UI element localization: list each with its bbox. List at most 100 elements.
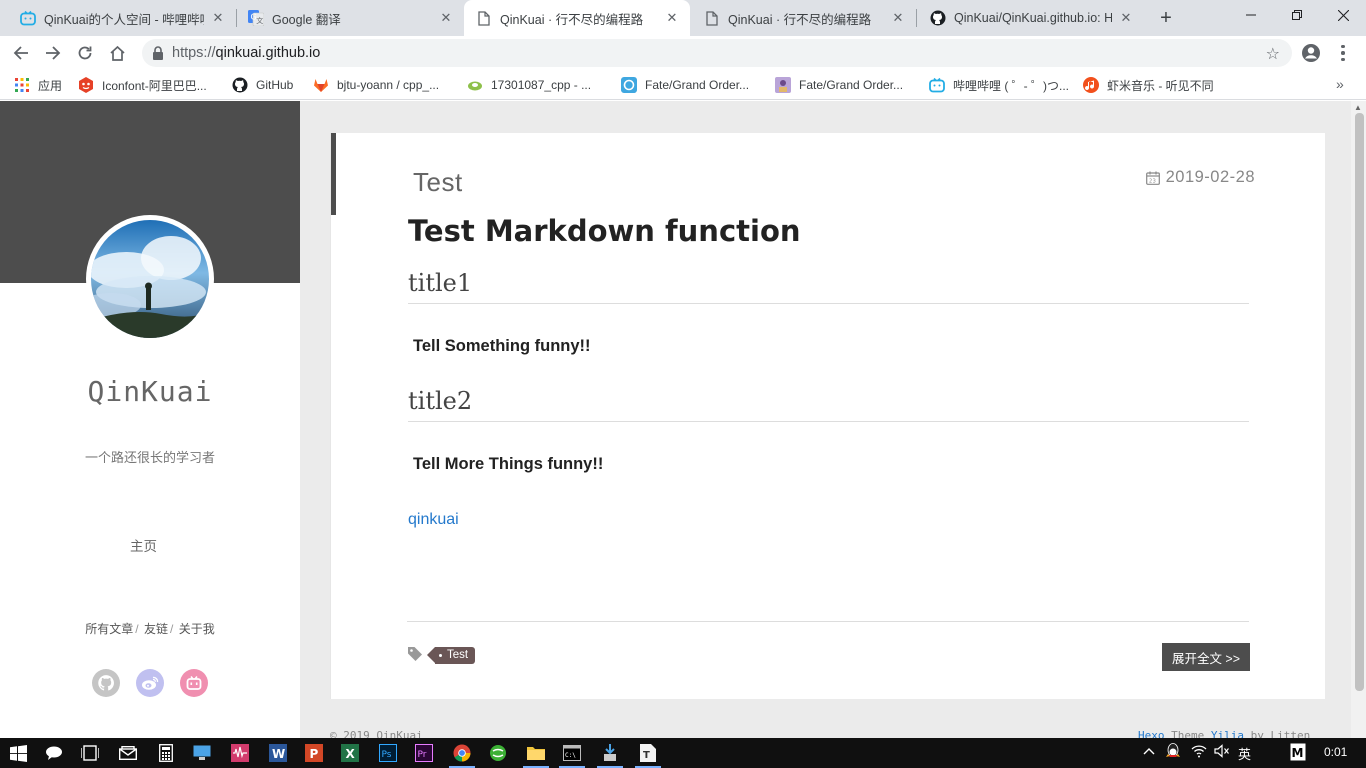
close-icon[interactable]: ✕: [1118, 10, 1134, 26]
taskbar-clock[interactable]: 0:01: [1324, 745, 1347, 759]
content-link[interactable]: qinkuai: [408, 511, 459, 529]
avatar[interactable]: [86, 215, 214, 343]
article-title-link[interactable]: Test: [413, 167, 463, 198]
article-date[interactable]: 23 2019-02-28: [1145, 168, 1255, 187]
bookmarks-overflow-icon[interactable]: »: [1336, 76, 1344, 92]
bookmark-label: Iconfont-阿里巴巴...: [102, 78, 207, 93]
installer-icon[interactable]: [600, 743, 620, 763]
file-explorer-icon[interactable]: [526, 743, 546, 763]
excel-icon[interactable]: X: [340, 743, 360, 763]
close-icon[interactable]: ✕: [664, 10, 680, 26]
bookmark-fgo-wiki[interactable]: Fate/Grand Order...: [775, 76, 903, 94]
bookmark-label: 应用: [38, 78, 63, 93]
svg-text:23: 23: [1149, 178, 1156, 184]
article-card: Test 23 2019-02-28 Test Markdown functio…: [330, 133, 1325, 699]
address-bar[interactable]: https://qinkuai.github.io ☆: [142, 39, 1292, 67]
premiere-icon[interactable]: Pr: [414, 743, 434, 763]
lock-icon[interactable]: [152, 46, 166, 60]
minimize-icon: [1246, 14, 1256, 16]
scrollbar-thumb[interactable]: [1355, 113, 1364, 691]
page-icon: [704, 10, 720, 26]
qq-tray-icon[interactable]: [1165, 742, 1181, 763]
home-button[interactable]: [104, 40, 130, 66]
wifi-icon[interactable]: [1191, 744, 1207, 761]
close-icon[interactable]: ✕: [890, 10, 906, 26]
bookmark-iconfont[interactable]: Iconfont-阿里巴巴...: [78, 76, 207, 94]
tag-badge[interactable]: Test: [426, 647, 476, 664]
site-name[interactable]: QinKuai: [0, 375, 300, 408]
close-icon[interactable]: ✕: [438, 10, 454, 26]
bookmark-bilibili[interactable]: 哔哩哔哩 ( ゜- ゜)つ...: [929, 76, 1069, 94]
yilia-link[interactable]: Yilia: [1211, 729, 1244, 738]
sidebar-sub-links: 所有文章 / 友链 / 关于我: [0, 620, 300, 637]
task-view-icon[interactable]: [80, 743, 100, 763]
bookmark-label: bjtu-yoann / cpp_...: [337, 78, 440, 92]
bookmark-apps[interactable]: 应用: [14, 76, 62, 94]
close-icon[interactable]: ✕: [210, 10, 226, 26]
about-me-link[interactable]: 关于我: [179, 622, 215, 636]
minimize-button[interactable]: [1228, 0, 1274, 30]
browser-360-icon[interactable]: [488, 743, 508, 763]
chrome-icon[interactable]: [452, 743, 472, 763]
ime-mode-icon[interactable]: M: [1290, 743, 1306, 764]
svg-text:T: T: [643, 750, 650, 761]
article-footer-divider: [407, 621, 1249, 622]
audio-editor-icon[interactable]: [230, 743, 250, 763]
nav-home-link[interactable]: 主页: [130, 535, 157, 555]
cortana-icon[interactable]: [44, 743, 64, 763]
volume-muted-icon[interactable]: [1214, 744, 1230, 761]
svg-text:W: W: [272, 747, 285, 761]
tab-qinkuai-blog[interactable]: QinKuai · 行不尽的编程路 ✕: [692, 0, 916, 36]
bookmark-star-icon[interactable]: ☆: [1266, 44, 1280, 64]
arrow-left-icon: [13, 46, 28, 60]
home-icon: [109, 45, 125, 61]
forward-button[interactable]: [40, 40, 66, 66]
bilibili-icon: [20, 10, 36, 26]
windows-taskbar: W P X Ps Pr C:\ T 英 M 0:01: [0, 738, 1366, 768]
bookmark-coding-cpp[interactable]: 17301087_cpp - ...: [467, 76, 591, 94]
tab-qinkuai-blog-active[interactable]: QinKuai · 行不尽的编程路 ✕: [464, 0, 690, 36]
iconfont-icon: [78, 77, 94, 93]
close-window-button[interactable]: [1320, 0, 1366, 30]
reload-button[interactable]: [72, 40, 98, 66]
tab-bilibili-space[interactable]: QinKuai的个人空间 - 哔哩哔哩 ✕: [8, 0, 236, 36]
all-posts-link[interactable]: 所有文章: [85, 622, 133, 636]
url-scheme: https://: [172, 45, 216, 61]
article-marker-bar: [331, 133, 336, 215]
bilibili-social-link[interactable]: [180, 669, 208, 697]
tray-overflow-chevron-icon[interactable]: [1143, 744, 1155, 759]
weibo-social-link[interactable]: [136, 669, 164, 697]
tab-title: Google 翻译: [272, 12, 341, 27]
mail-icon[interactable]: [118, 743, 138, 763]
back-button[interactable]: [8, 40, 34, 66]
github-social-link[interactable]: [92, 669, 120, 697]
link-separator: /: [135, 622, 139, 636]
svg-text:Pr: Pr: [418, 750, 427, 760]
bookmark-fgo[interactable]: Fate/Grand Order...: [621, 76, 749, 94]
photoshop-icon[interactable]: Ps: [378, 743, 398, 763]
calculator-icon[interactable]: [156, 743, 176, 763]
profile-avatar-icon[interactable]: [1300, 42, 1322, 64]
windows-start-icon[interactable]: [8, 743, 28, 763]
typora-icon[interactable]: T: [638, 743, 658, 763]
browser-menu-icon[interactable]: [1335, 42, 1351, 64]
section-paragraph: Tell More Things funny!!: [413, 455, 604, 473]
scroll-up-arrow-icon[interactable]: ▲: [1354, 103, 1362, 112]
bookmark-gitlab-cpp[interactable]: bjtu-yoann / cpp_...: [313, 76, 439, 94]
ime-language-indicator[interactable]: 英: [1238, 744, 1251, 763]
friends-link[interactable]: 友链: [144, 622, 168, 636]
powerpoint-icon[interactable]: P: [304, 743, 324, 763]
bookmark-xiami[interactable]: 虾米音乐 - 听见不同: [1083, 76, 1214, 94]
word-icon[interactable]: W: [268, 743, 288, 763]
bookmark-github[interactable]: GitHub: [232, 76, 293, 94]
tab-google-translate[interactable]: G文 Google 翻译 ✕: [236, 0, 464, 36]
tab-github-repo[interactable]: QinKuai/QinKuai.github.io: H ✕: [918, 0, 1144, 36]
terminal-icon[interactable]: C:\: [562, 743, 582, 763]
hexo-link[interactable]: Hexo: [1138, 729, 1165, 738]
remote-desktop-icon[interactable]: [192, 743, 212, 763]
bookmark-label: Fate/Grand Order...: [799, 78, 904, 92]
restore-button[interactable]: [1274, 0, 1320, 30]
new-tab-button[interactable]: +: [1154, 6, 1178, 30]
tag-icon: [407, 646, 423, 667]
read-more-button[interactable]: 展开全文 >>: [1162, 643, 1250, 671]
